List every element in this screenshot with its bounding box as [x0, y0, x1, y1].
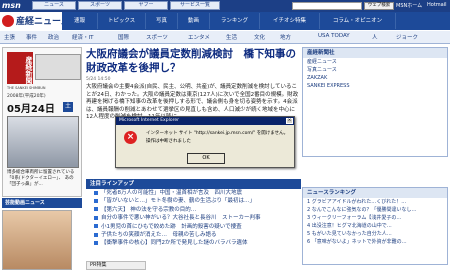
ranking-item[interactable]: 4 出没注意！ヒグマ北海道の山中で… — [303, 222, 447, 230]
section-kokusai[interactable]: 国際 — [118, 33, 129, 41]
ranking-item[interactable]: 2 なんでこんなに強気なの？「優勝間違いなし… — [303, 206, 447, 214]
sankei-services-header[interactable]: 産経新聞社 — [303, 48, 447, 58]
right-column: 産経新聞社 産経ニュース 写真ニュース ZAKZAK SANKEI EXPRES… — [302, 47, 448, 265]
newspaper-date: 05月24日 — [7, 104, 55, 115]
newspaper-weekday: 土 — [63, 102, 73, 112]
list-item-label: 小1男児の首にひもで絞めた跡 計画的殺害の疑いで捜査 — [101, 223, 242, 230]
sankei-logo[interactable]: 産経ニュース — [2, 13, 70, 30]
list-item-label: 自分の事件で悪い神がいる？大谷社長と長谷川 ストーカー判事 — [101, 215, 261, 222]
primary-nav: 速報 トピックス 写真 動画 ランキング イチオシ特集 コラム・オピニオン — [62, 12, 450, 30]
section-seiji[interactable]: 政治 — [48, 33, 59, 41]
section-chihou[interactable]: 地方 — [280, 33, 291, 41]
list-item[interactable]: 【第六天】 神の法を守る宗教の目的… — [86, 206, 301, 214]
section-jiken[interactable]: 事件 — [26, 33, 37, 41]
msn-home-link[interactable]: MSNホーム — [396, 2, 422, 9]
list-item[interactable]: 産経ニュース — [303, 58, 447, 66]
ranking-item[interactable]: 5 もがいた見ていなかった自分た人… — [303, 230, 447, 238]
ranking-item[interactable]: 6 「意味がないよ」ネットで外資が非難の… — [303, 238, 447, 246]
msn-top-bar: msn ニュース スポーツ ヤフー サービス一覧 ウェブ検索 MSNホーム Ho… — [0, 0, 450, 12]
dialog-message: インターネット サイト "http://sankei.jp.msn.com/" … — [146, 131, 289, 136]
list-item-label: 「死者8万人の可能性」中国・温首相が言及 四川大地震 — [101, 190, 243, 196]
top-link-services[interactable]: サービス一覧 — [170, 1, 220, 10]
entertainment-video-header[interactable]: 芸能動画ニュース — [2, 198, 82, 208]
section-bunka[interactable]: 文化 — [254, 33, 265, 41]
bullet-icon — [94, 224, 98, 229]
entertainment-photo[interactable] — [2, 210, 72, 270]
entertainment-video-box: 芸能動画ニュース — [2, 198, 82, 270]
list-item-label: 【第六天】 神の法を守る宗教の目的… — [101, 206, 197, 213]
list-item[interactable]: ZAKZAK — [303, 74, 447, 82]
ranking-item[interactable]: 3 ウィークリーフォーラム【浅井愛子の… — [303, 214, 447, 222]
section-joke[interactable]: ジョーク — [396, 33, 418, 41]
list-item[interactable]: 自分の事件で悪い神がいる？大谷社長と長谷川 ストーカー判事 — [86, 214, 301, 222]
sankei-logo-mark — [2, 15, 14, 27]
error-icon: × — [124, 131, 137, 144]
featured-lineup-header: 注目ラインアップ — [86, 179, 301, 189]
news-ranking-header: ニュースランキング — [303, 188, 447, 198]
list-item[interactable]: 小1男児の首にひもで絞めた跡 計画的殺害の疑いで捜査 — [86, 223, 301, 231]
hotmail-link[interactable]: Hotmail — [427, 2, 447, 8]
section-keizai[interactable]: 経済・IT — [72, 33, 93, 41]
bullet-icon — [94, 207, 98, 212]
article-headline[interactable]: 大阪府議会が議員定数削減検討 橋下知事の財政改革を後押し？ — [86, 47, 301, 75]
ie-error-dialog: Microsoft Internet Explorer × × インターネット … — [115, 116, 295, 168]
section-nav: 主張 事件 政治 経済・IT 国際 スポーツ エンタメ 生活 文化 地方 USA… — [0, 31, 450, 44]
article-dateline: 5/24 14:50 — [86, 77, 111, 82]
section-usa-today[interactable]: USA TODAY — [318, 33, 350, 39]
train-photo[interactable] — [7, 116, 79, 168]
newspaper-masthead-image — [35, 54, 81, 80]
close-icon[interactable]: × — [286, 118, 293, 124]
tab-ranking[interactable]: ランキング — [210, 13, 260, 29]
section-entame[interactable]: エンタメ — [188, 33, 210, 41]
bullet-icon — [94, 215, 98, 220]
tab-video[interactable]: 動画 — [178, 13, 210, 29]
section-hito[interactable]: 人 — [372, 33, 378, 41]
list-item[interactable]: SANKEI EXPRESS — [303, 82, 447, 90]
dialog-submessage: 操作は中断されました — [146, 139, 191, 144]
bullet-icon — [94, 198, 98, 203]
top-link-news[interactable]: ニュース — [32, 1, 76, 10]
section-sports[interactable]: スポーツ — [146, 33, 168, 41]
newspaper-year: 2008年(平成20年) — [7, 94, 46, 99]
search-input[interactable] — [292, 2, 362, 10]
newspaper-front[interactable]: 産経新聞 THE SANKEI SHIMBUN 2008年(平成20年) 05月… — [2, 47, 82, 197]
featured-lineup: 注目ラインアップ 「死者8万人の可能性」中国・温首相が言及 四川大地震 「皆がい… — [86, 179, 301, 270]
list-item[interactable]: 【衝撃事件の核心】同門2か所で発見した謎のバラバラ遺体 — [86, 239, 301, 247]
sankei-services-box: 産経新聞社 産経ニュース 写真ニュース ZAKZAK SANKEI EXPRES… — [302, 47, 448, 157]
list-item-label: 【衝撃事件の核心】同門2か所で発見した謎のバラバラ遺体 — [101, 240, 248, 247]
section-seikatsu[interactable]: 生活 — [226, 33, 237, 41]
list-item[interactable]: 「死者8万人の可能性」中国・温首相が言及 四川大地震 — [86, 189, 301, 197]
tab-column-opinion[interactable]: コラム・オピニオン — [320, 13, 396, 29]
list-item[interactable]: 子供たちの笑顔が消えた… 母親の苦しみ語る — [86, 231, 301, 239]
web-search-button[interactable]: ウェブ検索 — [364, 2, 394, 10]
pr-feature-link[interactable]: PR特集 — [86, 261, 146, 270]
list-item-label: 「皆がいないと…」モト冬樹の妻、鶴の生活ぶり「最初は…」 — [101, 198, 256, 205]
newspaper-brand: 産経新聞 — [7, 52, 33, 84]
ranking-item[interactable]: 1 グラビアアイドルがわれた…くびれた！… — [303, 198, 447, 206]
bullet-icon — [94, 240, 98, 245]
list-item[interactable]: 写真ニュース — [303, 66, 447, 74]
top-link-sports[interactable]: スポーツ — [78, 1, 122, 10]
list-item-label: 子供たちの笑顔が消えた… 母親の苦しみ語る — [101, 232, 217, 239]
bullet-icon — [94, 190, 98, 195]
newspaper-en: THE SANKEI SHIMBUN — [7, 86, 46, 90]
news-ranking-box: ニュースランキング 1 グラビアアイドルがわれた…くびれた！… 2 なんでこんな… — [302, 187, 448, 265]
dialog-title[interactable]: Microsoft Internet Explorer — [116, 117, 294, 125]
tab-sokuhou[interactable]: 速報 — [62, 13, 98, 29]
bullet-icon — [94, 232, 98, 237]
list-item[interactable]: 「皆がいないと…」モト冬樹の妻、鶴の生活ぶり「最初は…」 — [86, 197, 301, 205]
photo-caption[interactable]: 博多総合車両所に留置されている「0系(ドクターイエロー」、 あの「団子っ鼻」が.… — [7, 170, 81, 188]
section-shuchou[interactable]: 主張 — [4, 33, 15, 41]
ok-button[interactable]: OK — [187, 153, 225, 164]
msn-logo[interactable]: msn — [2, 1, 28, 11]
tab-featured[interactable]: イチオシ特集 — [260, 13, 320, 29]
tab-topics[interactable]: トピックス — [98, 13, 146, 29]
tab-photo[interactable]: 写真 — [146, 13, 178, 29]
top-link-yahoo[interactable]: ヤフー — [124, 1, 168, 10]
